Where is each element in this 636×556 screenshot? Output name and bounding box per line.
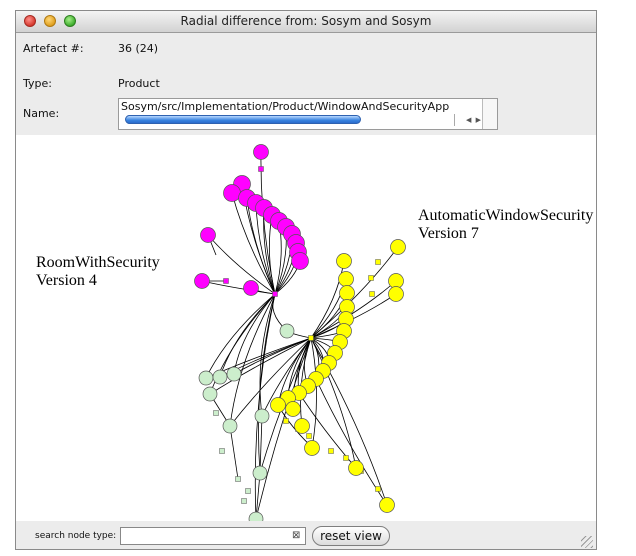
added-node[interactable] (379, 497, 395, 513)
added-connector (283, 418, 289, 424)
common-connector (241, 498, 247, 504)
search-node-type-input[interactable] (120, 527, 306, 545)
common-node[interactable] (222, 418, 238, 434)
common-connector (245, 488, 251, 494)
reset-view-button[interactable]: reset view (312, 526, 390, 546)
graph-edge (315, 378, 388, 506)
type-value: Product (118, 77, 160, 90)
common-node[interactable] (226, 366, 242, 382)
removed-node[interactable] (291, 252, 309, 270)
added-node[interactable] (294, 418, 310, 434)
removed-hub (272, 291, 278, 297)
left-version-label-line1: RoomWithSecurity (36, 254, 160, 271)
common-node[interactable] (252, 465, 268, 481)
graph-edge (310, 293, 397, 339)
added-connector (343, 455, 349, 461)
removed-connector (223, 278, 229, 284)
resize-grip-icon[interactable] (581, 536, 593, 548)
common-connector (213, 410, 219, 416)
added-node[interactable] (390, 239, 406, 255)
graph-edge (259, 415, 263, 474)
common-node[interactable] (279, 323, 295, 339)
right-version-label-line2: Version 7 (418, 225, 479, 242)
left-version-label-line2: Version 4 (36, 272, 97, 289)
right-version-label-line1: AutomaticWindowSecurity (418, 207, 593, 224)
window-title: Radial difference from: Sosym and Sosym (180, 14, 432, 28)
removed-node[interactable] (253, 144, 269, 160)
type-label: Type: (23, 77, 52, 90)
common-node[interactable] (212, 369, 228, 385)
added-node[interactable] (348, 460, 364, 476)
added-connector (368, 275, 374, 281)
added-node[interactable] (285, 401, 301, 417)
common-connector (235, 476, 241, 482)
artefact-info-panel: Artefact #: 36 (24) Type: Product Name: … (16, 33, 596, 135)
scrollbar-thumb[interactable] (125, 115, 361, 124)
added-node[interactable] (388, 286, 404, 302)
common-node[interactable] (254, 408, 270, 424)
name-label: Name: (23, 107, 60, 120)
added-node[interactable] (336, 253, 352, 269)
name-horizontal-scrollbar[interactable] (121, 114, 451, 126)
graph-edge (229, 425, 239, 480)
added-connector (375, 259, 381, 265)
added-connector (375, 486, 381, 492)
clear-search-icon[interactable]: ⊠ (292, 530, 300, 542)
removed-connector (258, 166, 264, 172)
graph-edge (310, 337, 317, 449)
name-value: Sosym/src/Implementation/Product/WindowA… (121, 100, 450, 113)
added-connector (306, 433, 312, 439)
removed-node[interactable] (223, 184, 241, 202)
name-field[interactable]: Sosym/src/Implementation/Product/WindowA… (118, 98, 498, 130)
artefact-number-value: 36 (24) (118, 42, 159, 55)
radial-difference-graph[interactable]: RoomWithSecurity Version 4 AutomaticWind… (16, 135, 596, 521)
added-hub (308, 335, 314, 341)
common-node[interactable] (202, 386, 218, 402)
common-node[interactable] (248, 511, 264, 521)
common-connector (219, 448, 225, 454)
artefact-number-label: Artefact #: (23, 42, 84, 55)
removed-node[interactable] (194, 273, 210, 289)
added-connector (328, 448, 334, 454)
search-label: search node type: (35, 531, 117, 541)
added-node[interactable] (338, 271, 354, 287)
added-node[interactable] (270, 397, 286, 413)
removed-node[interactable] (200, 227, 216, 243)
search-bar: search node type: ⊠ reset view (16, 521, 596, 549)
graph-edges (201, 151, 399, 520)
name-vertical-scrollbar[interactable] (482, 99, 497, 129)
radial-difference-window: Radial difference from: Sosym and Sosym … (15, 10, 597, 550)
graph-canvas[interactable]: RoomWithSecurity Version 4 AutomaticWind… (16, 135, 596, 521)
graph-nodes (194, 144, 406, 521)
added-connector (369, 291, 375, 297)
title-bar[interactable]: Radial difference from: Sosym and Sosym (16, 11, 596, 33)
added-node[interactable] (339, 285, 355, 301)
added-node[interactable] (304, 440, 320, 456)
common-node[interactable] (198, 370, 214, 386)
removed-node[interactable] (243, 280, 259, 296)
